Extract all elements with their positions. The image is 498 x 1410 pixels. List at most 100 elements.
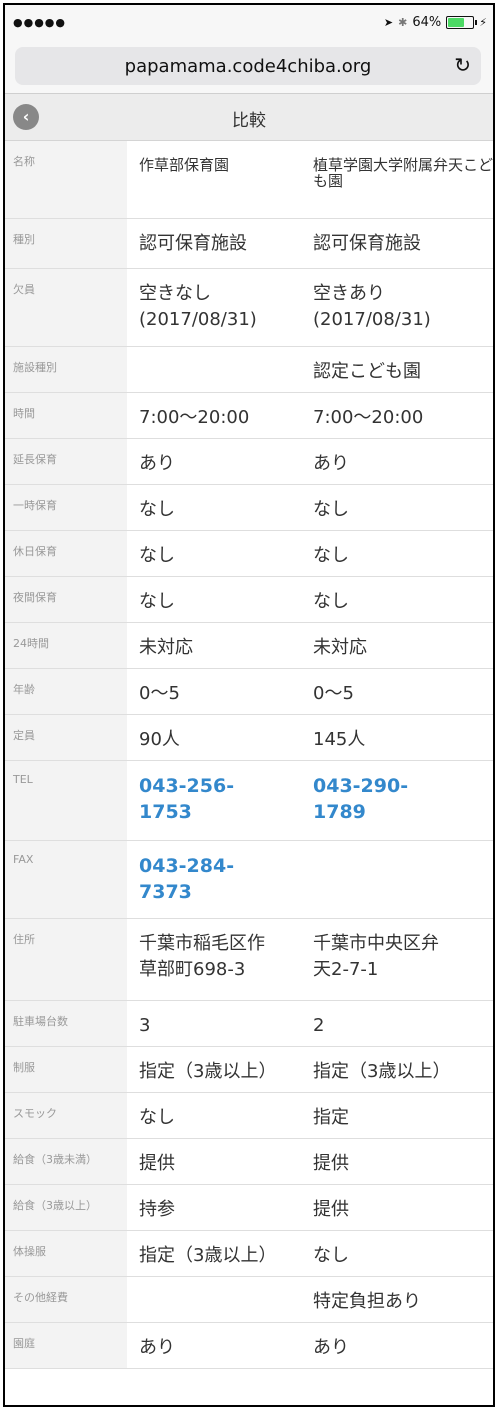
page-header: ‹ 比較 [5,94,493,141]
address-bar[interactable]: papamama.code4chiba.org ↻ [15,47,481,85]
facility-b-value: なし [313,591,349,612]
row-label: 種別 [5,219,127,268]
row-label: 年齢 [5,669,127,714]
row-label: 夜間保育 [5,577,127,622]
table-row: 延長保育 あり あり [5,439,493,485]
facility-a-value: 0〜5 [139,683,180,704]
row-label: スモック [5,1093,127,1138]
facility-a-value: 3 [139,1015,151,1036]
facility-b-value: 特定負担あり [313,1291,421,1312]
row-label: 園庭 [5,1323,127,1368]
facility-b-value: なし [313,545,349,566]
facility-b-value: あり [313,453,349,474]
page-title: 比較 [232,111,266,131]
row-label: 駐車場台数 [5,1001,127,1046]
signal-strength-icon: ●●●●● [13,16,66,29]
table-row: 制服 指定（3歳以上） 指定（3歳以上） [5,1047,493,1093]
facility-a-value: 認可保育施設 [139,233,247,254]
facility-b-value: 認可保育施設 [313,233,421,254]
row-label: 名称 [5,141,127,218]
reload-icon[interactable]: ↻ [454,53,471,77]
table-row: 名称 作草部保育園 植草学園大学附属弁天こども園 [5,141,493,219]
facility-a-value: 空きなし (2017/08/31) [139,283,257,330]
row-label: 住所 [5,919,127,1000]
facility-b-value: 植草学園大学附属弁天こども園 [313,156,494,190]
table-row: 定員 90人 145人 [5,715,493,761]
table-row: 園庭 あり あり [5,1323,493,1369]
browser-toolbar: papamama.code4chiba.org ↻ [5,41,493,94]
table-row: 夜間保育 なし なし [5,577,493,623]
phone-link[interactable]: 043-290- 1789 [303,761,493,840]
row-label: 給食（3歳未満） [5,1139,127,1184]
table-row: スモック なし 指定 [5,1093,493,1139]
comparison-table: 名称 作草部保育園 植草学園大学附属弁天こども園 種別 認可保育施設 認可保育施設 欠員 空き… [5,141,493,1369]
facility-b-value: 提供 [313,1153,349,1174]
status-right: ➤ ✱ 64% ⚡ [384,15,487,30]
facility-a-value: あり [139,453,175,474]
table-row: その他経費 特定負担あり [5,1277,493,1323]
table-row: 駐車場台数 3 2 [5,1001,493,1047]
facility-b-value: 未対応 [313,637,367,658]
phone-link[interactable] [303,841,493,918]
row-label: 延長保育 [5,439,127,484]
url-text[interactable]: papamama.code4chiba.org [15,56,481,77]
facility-a-value [127,347,303,392]
facility-b-value: 7:00〜20:00 [313,407,424,428]
row-label: TEL [5,761,127,840]
table-row: 時間 7:00〜20:00 7:00〜20:00 [5,393,493,439]
facility-a-value: なし [139,545,175,566]
facility-b-value: 認定こども園 [313,361,421,382]
location-icon: ➤ [383,16,394,29]
row-label: 休日保育 [5,531,127,576]
row-label: 24時間 [5,623,127,668]
table-row: 施設種別 認定こども園 [5,347,493,393]
facility-a-value: 持参 [139,1199,175,1220]
table-row: 欠員 空きなし (2017/08/31) 空きあり (2017/08/31) [5,269,493,347]
facility-b-value: 指定 [313,1107,349,1128]
row-label: 制服 [5,1047,127,1092]
table-row: 年齢 0〜5 0〜5 [5,669,493,715]
facility-a-value [127,1277,303,1322]
phone-frame: ●●●●● ➤ ✱ 64% ⚡ papamama.code4chiba.org … [3,3,495,1407]
table-row: FAX 043-284- 7373 [5,841,493,919]
row-label: 体操服 [5,1231,127,1276]
table-row: 休日保育 なし なし [5,531,493,577]
facility-b-value: 2 [313,1015,325,1036]
facility-b-value: 指定（3歳以上） [313,1061,451,1082]
facility-a-value: 提供 [139,1153,175,1174]
row-label: 時間 [5,393,127,438]
table-row: 種別 認可保育施設 認可保育施設 [5,219,493,269]
row-label: 定員 [5,715,127,760]
facility-b-value: なし [313,1245,349,1266]
facility-b-value: 0〜5 [313,683,354,704]
table-row: 給食（3歳未満） 提供 提供 [5,1139,493,1185]
row-label: 一時保育 [5,485,127,530]
table-row: 給食（3歳以上） 持参 提供 [5,1185,493,1231]
row-label: 施設種別 [5,347,127,392]
facility-a-value: 千葉市稲毛区作 草部町698-3 [139,933,265,980]
facility-b-value: なし [313,499,349,520]
phone-link[interactable]: 043-256- 1753 [127,761,303,840]
facility-a-value: 作草部保育園 [139,156,230,174]
row-label: その他経費 [5,1277,127,1322]
facility-a-value: なし [139,591,175,612]
battery-icon [446,16,478,29]
facility-b-value: 提供 [313,1199,349,1220]
battery-percent: 64% [412,15,442,30]
bluetooth-icon: ✱ [398,16,408,29]
phone-link[interactable]: 043-284- 7373 [127,841,303,918]
facility-a-value: 7:00〜20:00 [139,407,250,428]
table-row: 住所 千葉市稲毛区作 草部町698-3 千葉市中央区弁 天2-7-1 [5,919,493,1001]
facility-a-value: 未対応 [139,637,193,658]
table-row: 一時保育 なし なし [5,485,493,531]
facility-b-value: 空きあり (2017/08/31) [313,283,431,330]
table-row: 24時間 未対応 未対応 [5,623,493,669]
battery-level [448,18,464,27]
facility-b-value: 千葉市中央区弁 天2-7-1 [313,933,439,980]
facility-b-value: あり [313,1337,349,1358]
facility-a-value: あり [139,1337,175,1358]
table-row: TEL 043-256- 1753 043-290- 1789 [5,761,493,841]
battery-tip [475,20,478,25]
facility-b-value: 145人 [313,729,366,750]
row-label: 給食（3歳以上） [5,1185,127,1230]
